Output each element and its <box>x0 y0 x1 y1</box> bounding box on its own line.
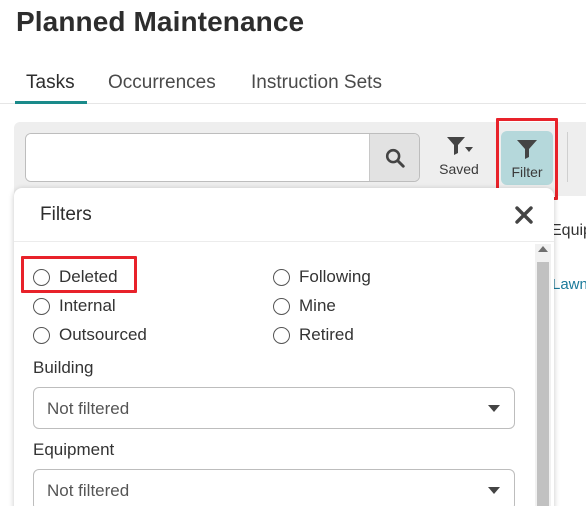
equipment-label: Equipment <box>33 440 115 459</box>
filter-option-retired[interactable]: Retired <box>273 325 354 345</box>
tab-occurrences[interactable]: Occurrences <box>108 72 216 94</box>
filter-option-following[interactable]: Following <box>273 267 371 287</box>
building-select[interactable]: Not filtered <box>33 387 515 429</box>
column-header-equipment: Equip <box>551 222 586 239</box>
panel-divider <box>14 241 554 242</box>
radio-circle[interactable] <box>273 268 290 286</box>
search-input[interactable] <box>26 134 370 181</box>
filter-option-label: Internal <box>59 296 116 315</box>
filter-option-label: Mine <box>299 296 336 315</box>
tab-tasks[interactable]: Tasks <box>26 72 75 94</box>
filter-icon <box>517 140 537 159</box>
saved-label: Saved <box>439 161 479 177</box>
filter-option-label: Outsourced <box>59 325 147 344</box>
search-button[interactable] <box>369 134 419 181</box>
toolbar-divider <box>567 132 568 182</box>
filter-option-outsourced[interactable]: Outsourced <box>33 325 147 345</box>
equipment-select[interactable]: Not filtered <box>33 469 515 506</box>
building-label: Building <box>33 358 94 377</box>
page-title: Planned Maintenance <box>16 6 305 37</box>
close-button[interactable] <box>512 203 536 227</box>
filter-option-label: Following <box>299 267 371 286</box>
chevron-down-icon <box>488 405 500 412</box>
filter-option-internal[interactable]: Internal <box>33 296 116 316</box>
radio-circle[interactable] <box>33 326 50 344</box>
active-tab-indicator <box>15 101 87 104</box>
radio-circle[interactable] <box>33 297 50 315</box>
radio-circle[interactable] <box>273 326 290 344</box>
filter-option-label: Retired <box>299 325 354 344</box>
table-cell-link[interactable]: Lawn <box>552 276 586 293</box>
radio-circle[interactable] <box>33 268 50 286</box>
equipment-select-value: Not filtered <box>47 481 130 500</box>
tab-bar: Tasks Occurrences Instruction Sets <box>0 70 586 104</box>
filter-option-label: Deleted <box>59 267 118 286</box>
tab-instruction-sets[interactable]: Instruction Sets <box>251 72 382 94</box>
scrollbar-thumb[interactable] <box>537 262 549 506</box>
search-box <box>25 133 420 182</box>
scroll-up-icon[interactable] <box>538 246 548 252</box>
filter-label: Filter <box>511 164 543 180</box>
filters-panel-title: Filters <box>40 204 92 225</box>
filter-dropdown-icon <box>447 137 473 155</box>
close-icon <box>515 206 533 224</box>
filter-option-deleted[interactable]: Deleted <box>33 267 118 287</box>
building-select-value: Not filtered <box>47 399 130 418</box>
filter-option-mine[interactable]: Mine <box>273 296 336 316</box>
filter-button[interactable]: Filter <box>501 131 553 185</box>
radio-circle[interactable] <box>273 297 290 315</box>
chevron-down-icon <box>488 487 500 494</box>
search-icon <box>385 148 405 168</box>
saved-filters-button[interactable]: Saved <box>432 134 486 182</box>
